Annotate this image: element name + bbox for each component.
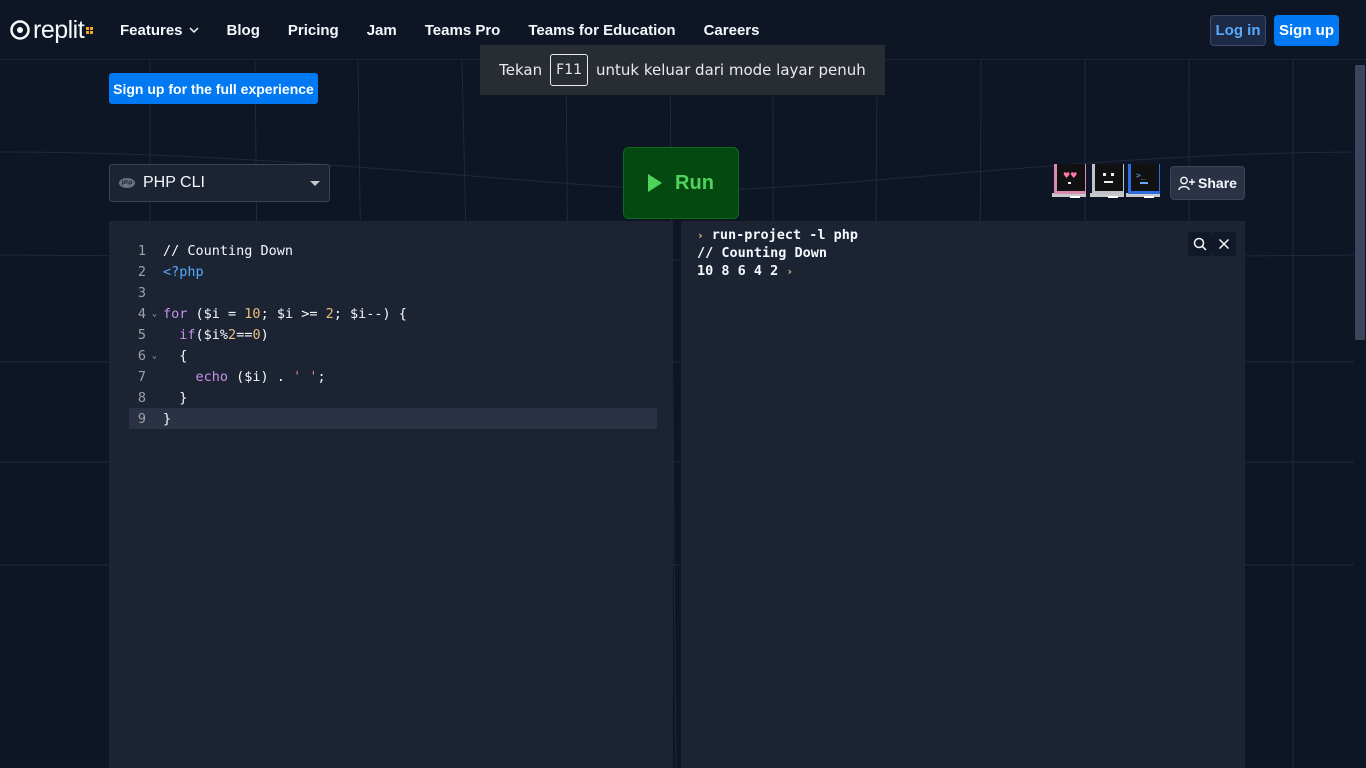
svg-text:♥♥: ♥♥ [1063, 171, 1077, 180]
line-number: 4 [137, 305, 146, 322]
code-text: } [163, 410, 172, 427]
line-number: 3 [137, 284, 146, 301]
fold-chevron-icon[interactable]: ⌄ [146, 351, 163, 361]
console-command: run-project -l php [711, 227, 859, 243]
console-command-line: › run-project -l php [697, 226, 858, 244]
replit-logo-icon [10, 20, 30, 40]
signup-full-experience-button[interactable]: Sign up for the full experience [109, 73, 318, 104]
line-number: 1 [137, 242, 146, 259]
console-panel[interactable]: › run-project -l php // Counting Down 10… [681, 221, 1245, 768]
logo-text: replit [33, 16, 85, 44]
toast-suffix: untuk keluar dari mode layar penuh [596, 61, 866, 79]
php-icon: php [119, 178, 135, 188]
code-text: <?php [163, 263, 204, 280]
fold-chevron-icon[interactable]: ⌄ [146, 309, 163, 319]
neutral-face-bot-icon [1090, 164, 1124, 198]
play-icon [648, 174, 663, 192]
search-icon [1193, 237, 1207, 251]
login-button[interactable]: Log in [1210, 15, 1266, 46]
nav-link-features[interactable]: Features [120, 22, 199, 39]
code-line-3: 3 [129, 282, 657, 303]
console-output: 10 8 6 4 2 [697, 263, 779, 279]
nav-link-blog[interactable]: Blog [227, 22, 260, 39]
line-number: 2 [137, 263, 146, 280]
code-text: } [163, 389, 188, 406]
code-line-6: 6 ⌄ { [129, 345, 657, 366]
caret-down-icon [310, 181, 320, 186]
line-number: 6 [137, 347, 146, 364]
code-line-7: 7 echo ($i) . ' '; [129, 366, 657, 387]
code-line-4: 4 ⌄ for ($i = 10; $i >= 2; $i--) { [129, 303, 657, 324]
code-text: echo ($i) . ' '; [195, 368, 326, 385]
prompt-icon: › [697, 229, 704, 242]
code-line-1: 1 // Counting Down [129, 240, 657, 261]
add-user-icon [1178, 176, 1196, 190]
code-line-5: 5 if($i%2==0) [129, 324, 657, 345]
prompt-icon: › [786, 265, 794, 278]
close-icon [1218, 238, 1230, 250]
nav-link-teams-education[interactable]: Teams for Education [528, 22, 675, 39]
signup-button[interactable]: Sign up [1274, 15, 1339, 46]
fullscreen-toast: Tekan F11 untuk keluar dari mode layar p… [480, 45, 885, 95]
line-number: 7 [137, 368, 146, 385]
share-label: Share [1198, 175, 1237, 191]
line-number: 5 [137, 326, 146, 343]
console-output-line-2: 10 8 6 4 2 › [697, 262, 793, 280]
page: replit Features Blog Pricing Jam Teams P… [0, 0, 1366, 768]
replit-logo[interactable]: replit [10, 16, 94, 44]
nav-link-pricing[interactable]: Pricing [288, 22, 339, 39]
console-tools [1188, 232, 1236, 256]
code-line-8: 8 } [129, 387, 657, 408]
run-button[interactable]: Run [623, 147, 739, 219]
console-search-button[interactable] [1188, 232, 1212, 256]
nav-link-careers[interactable]: Careers [704, 22, 760, 39]
language-label: PHP CLI [143, 174, 205, 191]
code-text: // Counting Down [163, 242, 294, 259]
share-button[interactable]: Share [1170, 166, 1245, 200]
code-text: for ($i = 10; $i >= 2; $i--) { [163, 305, 407, 322]
logo-dots-icon [86, 26, 94, 34]
code-line-2: 2 <?php [129, 261, 657, 282]
terminal-bot-icon: >_ [1126, 164, 1160, 198]
svg-text:>_: >_ [1136, 171, 1146, 180]
line-number: 8 [137, 389, 146, 406]
nav-link-features-label: Features [120, 21, 183, 39]
code-text: if($i%2==0) [179, 326, 269, 343]
console-output-line-1: // Counting Down [697, 245, 828, 261]
toast-prefix: Tekan [499, 61, 543, 79]
console-close-button[interactable] [1212, 232, 1236, 256]
chevron-down-icon [189, 27, 199, 34]
nav-link-teams-pro[interactable]: Teams Pro [425, 22, 501, 39]
heart-eyes-bot-icon: ♥♥ [1052, 164, 1086, 198]
language-select[interactable]: php PHP CLI [109, 164, 330, 202]
code-line-9-active: 9 } [129, 408, 657, 429]
scrollbar-thumb[interactable] [1355, 65, 1365, 340]
toast-key: F11 [550, 54, 589, 86]
line-number: 9 [137, 410, 146, 427]
code-editor[interactable]: 1 // Counting Down 2 <?php 3 4 ⌄ for ($i… [109, 221, 673, 768]
nav-link-jam[interactable]: Jam [367, 22, 397, 39]
run-label: Run [675, 171, 714, 194]
code-text: { [163, 347, 188, 364]
